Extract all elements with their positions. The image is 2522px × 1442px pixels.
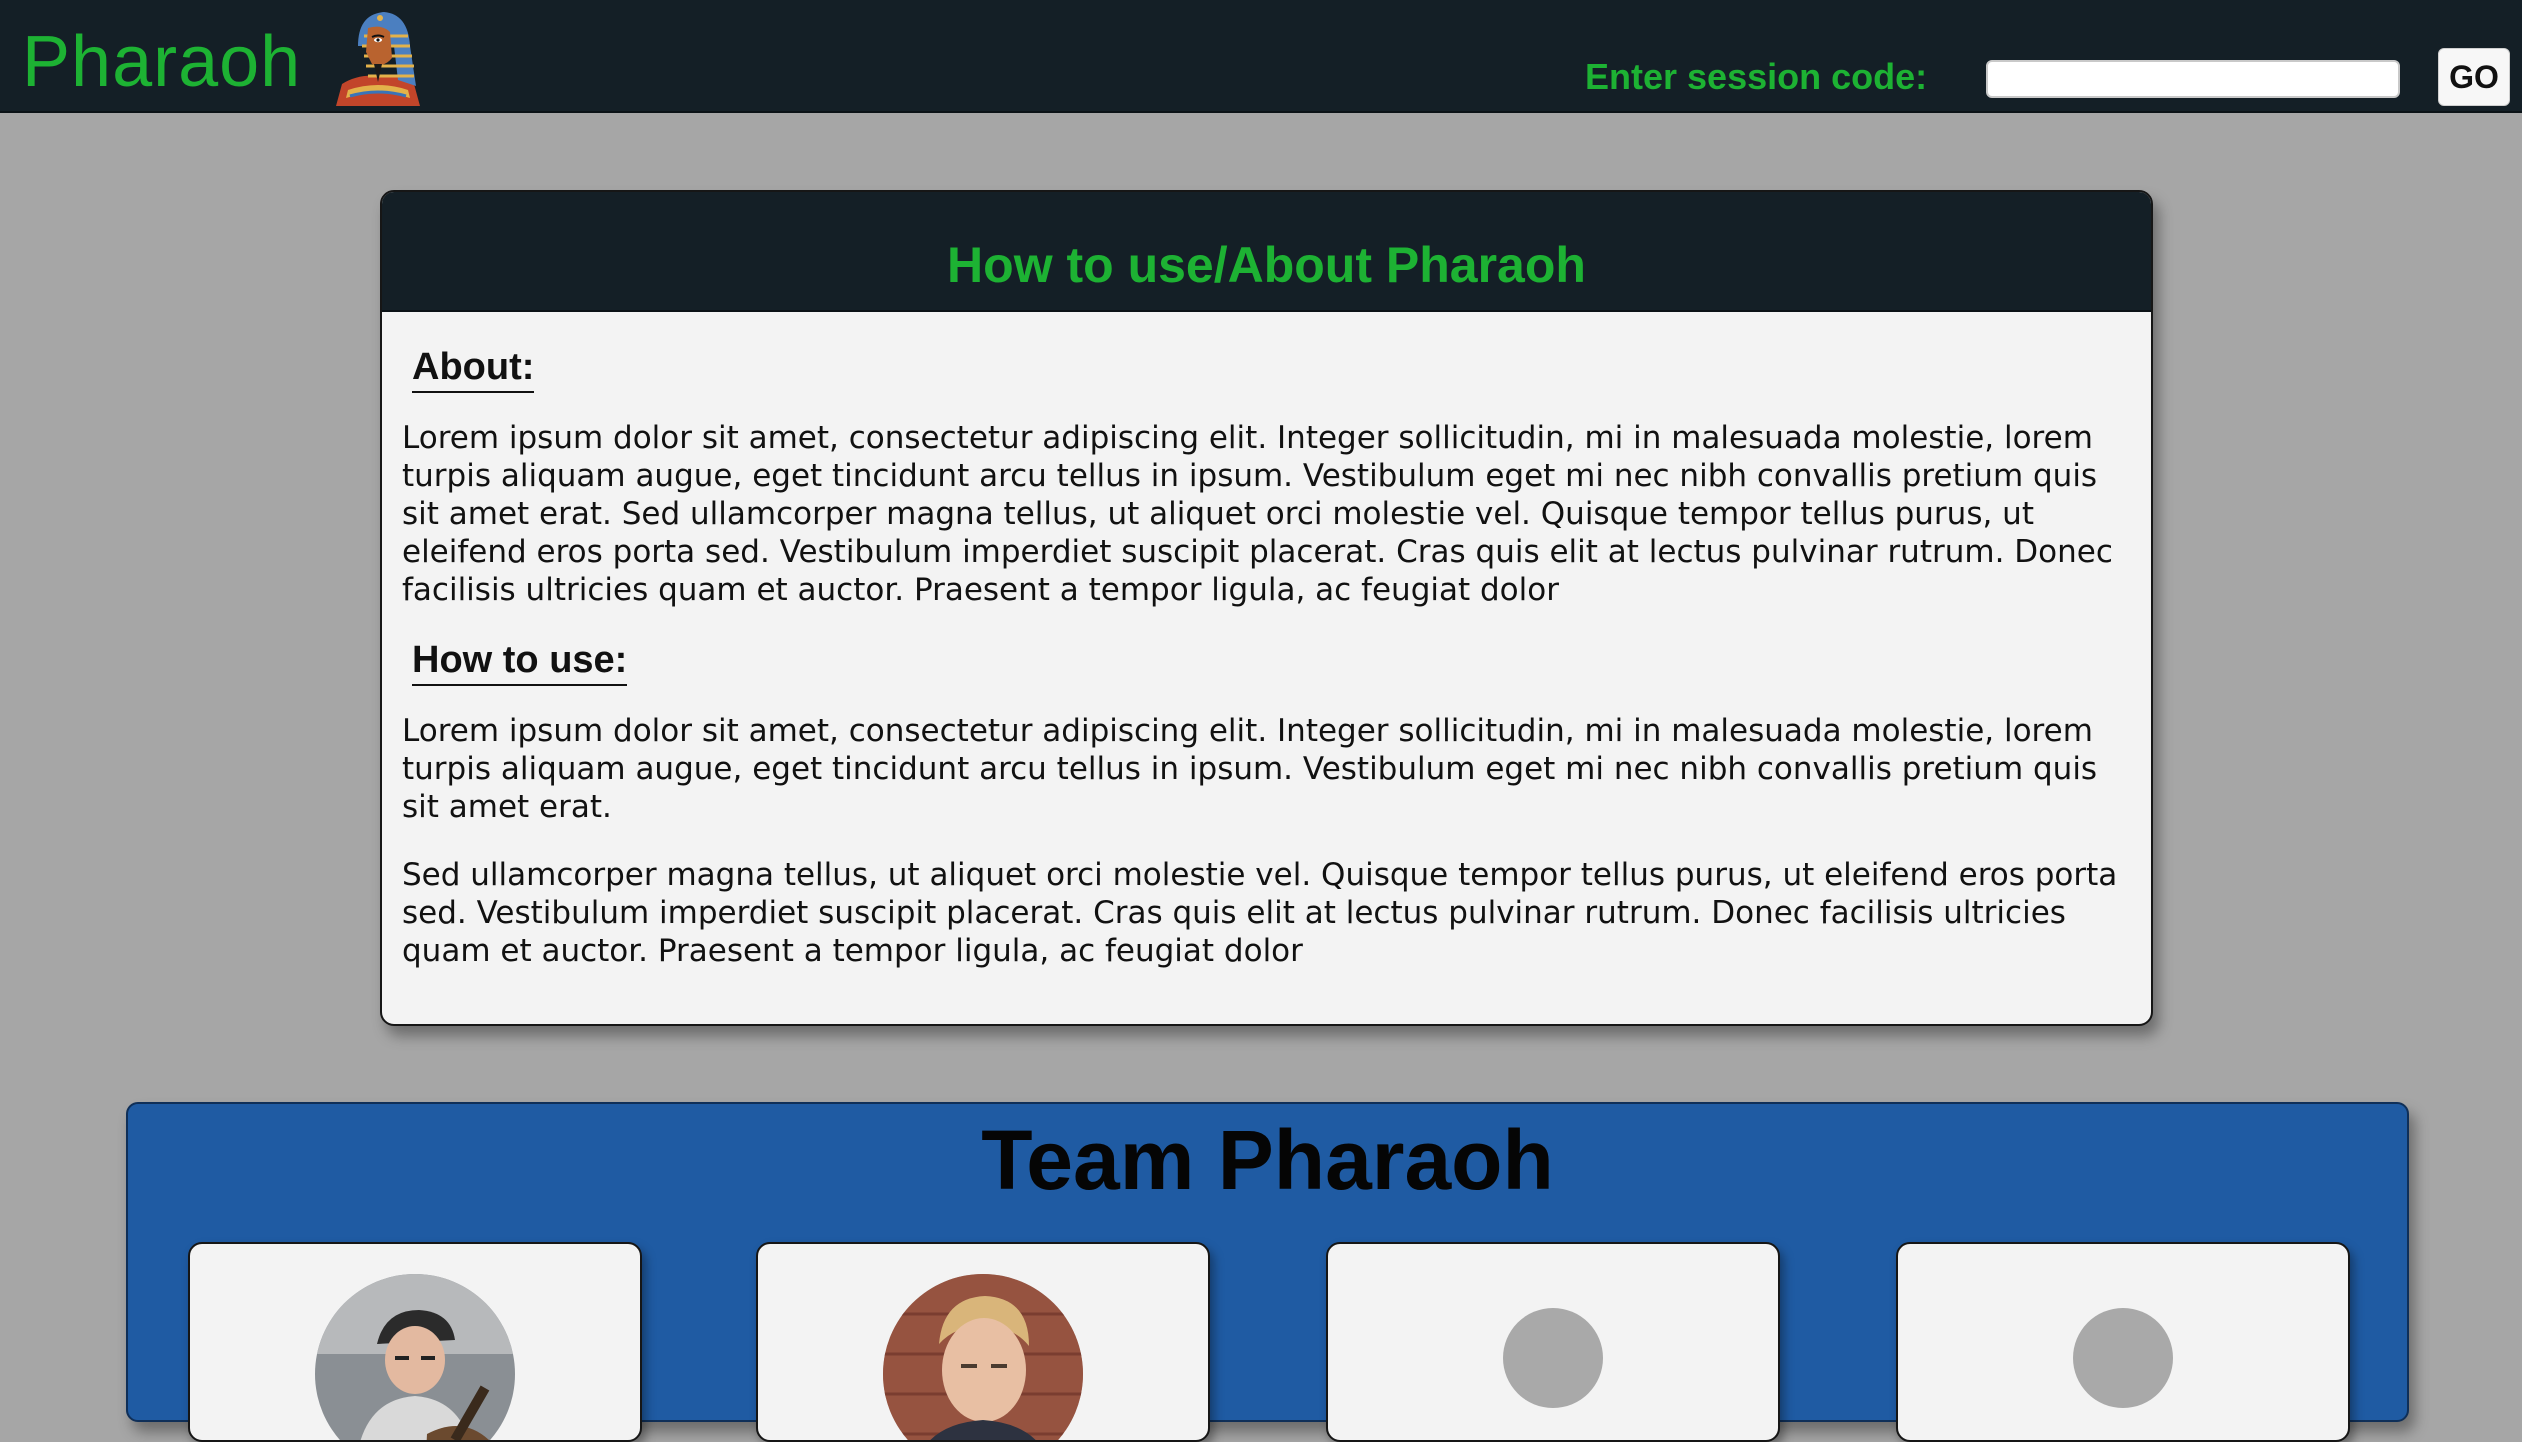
about-heading: About: (412, 346, 535, 393)
about-card-header: How to use/About Pharaoh (382, 192, 2151, 312)
about-paragraph: Lorem ipsum dolor sit amet, consectetur … (402, 420, 2113, 608)
about-card: How to use/About Pharaoh About: Lorem ip… (380, 190, 2153, 1026)
team-member-card (1326, 1242, 1780, 1442)
howto-heading-wrap: How to use: (402, 639, 2131, 686)
avatar-placeholder (1503, 1308, 1603, 1408)
about-card-body: About: Lorem ipsum dolor sit amet, conse… (382, 312, 2151, 970)
howto-heading: How to use: (412, 639, 628, 686)
pharaoh-icon (336, 12, 420, 106)
avatar-placeholder (2073, 1308, 2173, 1408)
team-member-card (756, 1242, 1210, 1442)
howto-paragraph-1: Lorem ipsum dolor sit amet, consectetur … (402, 713, 2098, 825)
go-button[interactable]: GO (2438, 48, 2510, 106)
team-title: Team Pharaoh (981, 1113, 1554, 1207)
team-member-card (1896, 1242, 2350, 1442)
about-card-title: How to use/About Pharaoh (947, 237, 1586, 293)
team-member-card (188, 1242, 642, 1442)
team-section: Team Pharaoh (126, 1102, 2409, 1442)
howto-paragraph-2: Sed ullamcorper magna tellus, ut aliquet… (402, 857, 2118, 969)
member-photo-blond (883, 1274, 1083, 1440)
session-code-input[interactable] (1986, 60, 2400, 98)
member-photo-guitarist (315, 1274, 515, 1440)
brand-logo-text[interactable]: Pharaoh (22, 26, 301, 98)
top-navbar: Pharaoh Enter session code: GO (0, 0, 2522, 113)
session-code-label: Enter session code: (1585, 56, 1928, 97)
